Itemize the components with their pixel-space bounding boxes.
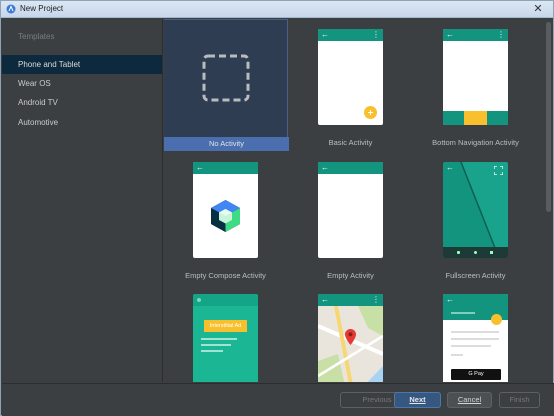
template-google-maps-activity[interactable]: ← ⋮ xyxy=(288,285,413,382)
template-no-activity[interactable]: No Activity xyxy=(164,19,289,151)
template-category-sidebar: Templates Phone and Tablet Wear OS Andro… xyxy=(2,19,163,382)
arrow-back-icon: ← xyxy=(321,163,329,172)
app-bar: ← xyxy=(318,162,383,174)
app-bar: ← ⋮ xyxy=(318,294,383,306)
fullscreen-icon xyxy=(494,166,503,175)
template-bottom-navigation-activity[interactable]: ← ⋮ Bottom Navigation Activity xyxy=(413,19,538,151)
sidebar-heading: Templates xyxy=(18,32,55,41)
template-grid: No Activity ← ⋮ Basic Activity ← ⋮ Botto… xyxy=(164,19,545,382)
system-nav-bar xyxy=(443,247,508,258)
next-label: Next xyxy=(409,395,426,404)
fullscreen-diagonal-art xyxy=(460,162,508,258)
interstitial-ad-badge: Interstitial Ad xyxy=(204,320,247,332)
template-google-pay-activity[interactable]: ← G Pay xyxy=(413,285,538,382)
arrow-back-icon: ← xyxy=(196,163,204,172)
template-preview: ← xyxy=(318,162,383,258)
template-preview: ← G Pay xyxy=(443,294,508,382)
google-pay-button: G Pay xyxy=(451,369,501,380)
bottom-nav-bar xyxy=(443,111,508,125)
arrow-back-icon: ← xyxy=(446,30,454,39)
arrow-back-icon: ← xyxy=(321,295,329,304)
template-label: Empty Activity xyxy=(327,271,374,280)
template-grid-scrollbar[interactable] xyxy=(544,19,553,382)
template-label: Bottom Navigation Activity xyxy=(432,138,519,147)
cancel-button[interactable]: Cancel xyxy=(447,392,492,408)
template-preview: Interstitial Ad xyxy=(193,294,258,382)
sidebar-item-automotive[interactable]: Automotive xyxy=(2,113,162,132)
template-basic-activity[interactable]: ← ⋮ Basic Activity xyxy=(288,19,413,151)
template-label: Fullscreen Activity xyxy=(445,271,506,280)
sidebar-item-phone-and-tablet[interactable]: Phone and Tablet xyxy=(2,55,162,74)
template-preview: ← ⋮ xyxy=(443,29,508,125)
map-pin-icon xyxy=(345,329,356,345)
arrow-back-icon: ← xyxy=(446,295,454,304)
jetpack-compose-logo-icon xyxy=(211,200,240,232)
more-vert-icon: ⋮ xyxy=(372,295,380,304)
scrollbar-thumb[interactable] xyxy=(546,22,551,212)
sidebar-item-android-tv[interactable]: Android TV xyxy=(2,93,162,112)
dialog-footer: Previous Next Cancel Finish xyxy=(2,383,554,416)
template-fullscreen-activity[interactable]: ← Fullscreen Activity xyxy=(413,152,538,284)
more-vert-icon: ⋮ xyxy=(372,30,380,39)
template-interstitial-ad-activity[interactable]: Interstitial Ad xyxy=(164,285,288,382)
template-empty-compose-activity[interactable]: ← Empty Compose Activity xyxy=(164,152,288,284)
window-title: New Project xyxy=(20,4,64,13)
next-button[interactable]: Next xyxy=(394,392,441,408)
app-bar: ← xyxy=(193,162,258,174)
template-preview: ← ⋮ xyxy=(318,29,383,125)
finish-button[interactable]: Finish xyxy=(499,392,540,408)
title-bar: New Project ✕ xyxy=(1,1,553,18)
fab-icon xyxy=(364,106,377,119)
cancel-label: Cancel xyxy=(457,395,482,404)
sidebar-item-wear-os[interactable]: Wear OS xyxy=(2,74,162,93)
template-label: No Activity xyxy=(164,137,289,151)
app-bar: ← ⋮ xyxy=(443,29,508,41)
fab-icon xyxy=(491,314,502,325)
android-studio-icon xyxy=(6,4,16,14)
new-project-dialog: New Project ✕ Templates Phone and Tablet… xyxy=(0,0,554,416)
template-preview: ← xyxy=(193,162,258,258)
more-vert-icon: ⋮ xyxy=(497,30,505,39)
no-activity-dashed-icon xyxy=(202,54,250,102)
template-preview: ← ⋮ xyxy=(318,294,383,382)
arrow-back-icon: ← xyxy=(321,30,329,39)
template-label: Basic Activity xyxy=(328,138,373,147)
template-empty-activity[interactable]: ← Empty Activity xyxy=(288,152,413,284)
arrow-back-icon: ← xyxy=(446,163,454,172)
app-bar: ← ⋮ xyxy=(318,29,383,41)
close-button[interactable]: ✕ xyxy=(531,2,545,16)
template-label: Empty Compose Activity xyxy=(185,271,266,280)
template-preview: ← xyxy=(443,162,508,258)
